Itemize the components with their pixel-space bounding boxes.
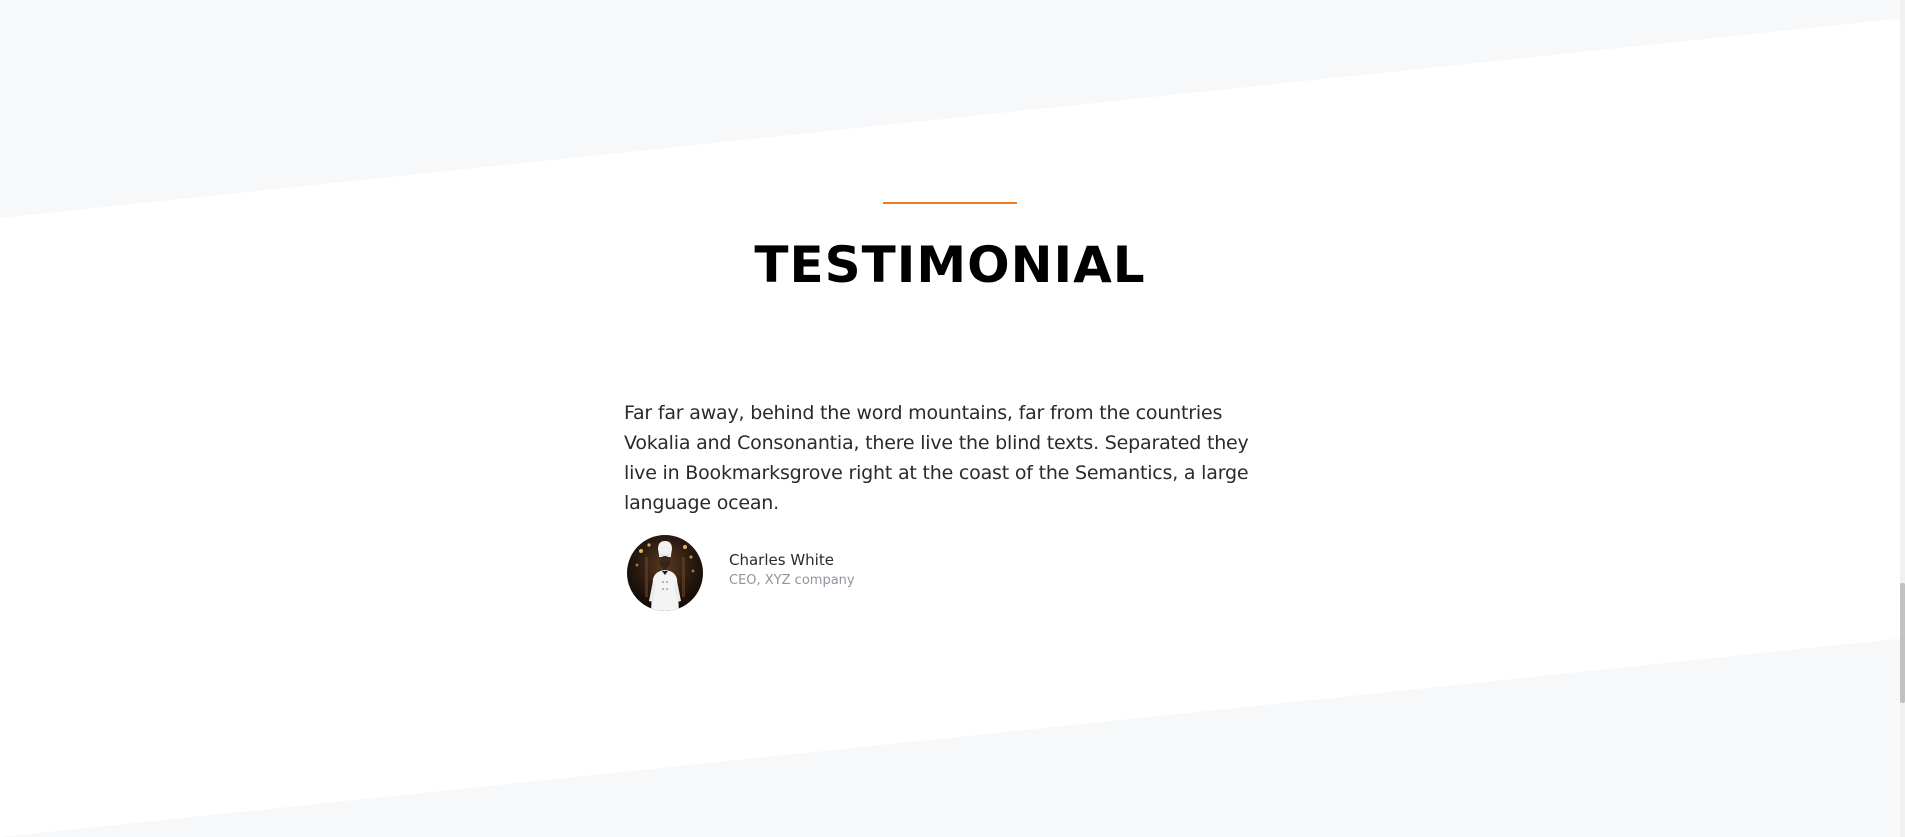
top-diagonal-band <box>0 0 1905 218</box>
testimonial-page: TESTIMONIAL Far far away, behind the wor… <box>0 0 1905 837</box>
section-title: TESTIMONIAL <box>754 236 1146 294</box>
title-accent-line <box>883 202 1017 204</box>
author-role: CEO, XYZ company <box>729 573 855 588</box>
author-avatar <box>627 535 703 611</box>
author-name: Charles White <box>729 551 834 569</box>
testimonial-card: Far far away, behind the word mountains,… <box>624 398 1274 518</box>
page-scrollbar-track[interactable] <box>1900 0 1905 837</box>
chef-portrait-avatar-icon <box>627 535 703 611</box>
bottom-diagonal-band <box>0 638 1905 837</box>
testimonial-quote: Far far away, behind the word mountains,… <box>624 402 1249 514</box>
author-info: Charles White CEO, XYZ company <box>729 549 855 591</box>
page-scrollbar-thumb[interactable] <box>1900 583 1905 703</box>
testimonial-author: Charles White CEO, XYZ company <box>624 535 855 611</box>
